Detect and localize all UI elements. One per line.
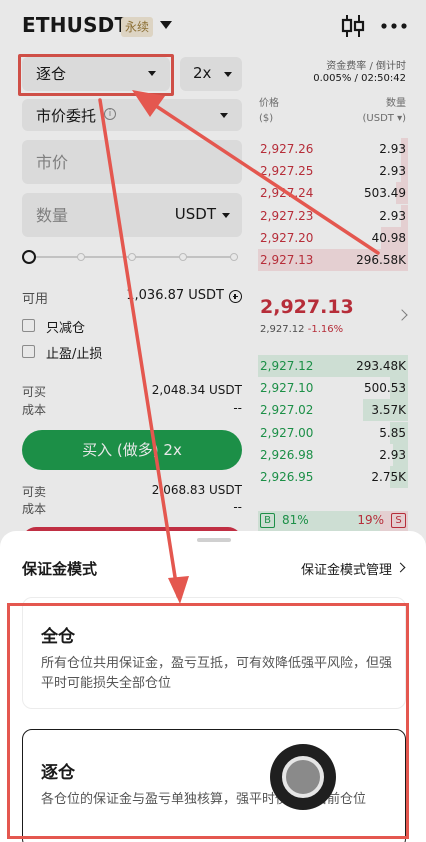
sheet-title: 保证金模式 xyxy=(22,560,98,578)
chevron-right-icon[interactable] xyxy=(395,562,406,573)
assistive-ring-icon xyxy=(282,756,324,798)
margin-mode-manage-link[interactable]: 保证金模式管理 xyxy=(301,559,392,578)
sheet-drag-handle[interactable] xyxy=(197,538,231,542)
assistive-touch-button[interactable] xyxy=(270,744,336,810)
annotation-highlight-frame xyxy=(7,603,409,839)
